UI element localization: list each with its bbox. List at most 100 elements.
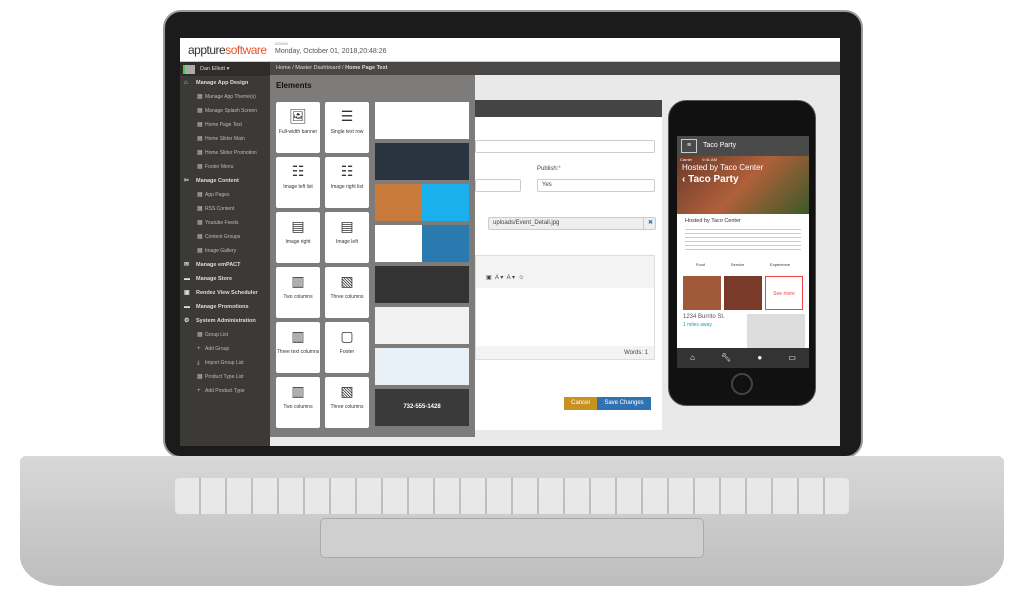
sidebar-item-label: Manage Promotions	[196, 304, 249, 310]
map[interactable]	[747, 314, 805, 348]
sidebar-item-label: Manage Store	[196, 276, 233, 282]
element-card[interactable]: ▥ Three text columns	[276, 322, 320, 373]
category-select[interactable]	[475, 179, 521, 192]
distance: 1 miles away	[683, 322, 712, 328]
sidebar-item-label: Product Type List	[205, 374, 244, 380]
grid-icon: ▦	[197, 108, 203, 114]
clear-file-icon[interactable]: ✖	[643, 217, 656, 230]
cancel-button[interactable]: Cancel	[564, 397, 597, 410]
template-thumbnail[interactable]	[375, 348, 469, 385]
photo-2[interactable]	[724, 276, 762, 310]
sidebar-item-import-group-list[interactable]: ⤓ Import Group List	[180, 356, 270, 370]
sidebar-item-manage-empact[interactable]: ✉ Manage emPACT	[180, 258, 270, 272]
grid-icon: ▦	[197, 206, 203, 212]
sidebar-item-manage-promotions[interactable]: ▬ Manage Promotions	[180, 300, 270, 314]
sidebar-item-group-list[interactable]: ▦ Group List	[180, 328, 270, 342]
cogs-icon: ⚙	[184, 318, 190, 324]
sidebar-item-content-groups[interactable]: ▦ Content Groups	[180, 230, 270, 244]
sidebar-item-manage-splash-screen[interactable]: ▦ Manage Splash Screen	[180, 104, 270, 118]
hosted-heading: Hosted by Taco Center	[682, 163, 764, 172]
template-thumbnail[interactable]	[375, 225, 469, 262]
element-icon: ☷	[340, 163, 354, 179]
element-card[interactable]: ☷ Image left list	[276, 157, 320, 208]
sidebar-item-manage-app-theme-s-[interactable]: ▦ Manage App Theme(s)	[180, 90, 270, 104]
template-thumbnail[interactable]	[375, 184, 469, 221]
plus-icon: +	[197, 388, 201, 394]
user-icon[interactable]: ●	[757, 348, 762, 368]
element-card[interactable]: ☰ Single text row	[325, 102, 369, 153]
photo-1[interactable]	[683, 276, 721, 310]
elements-panel: Elements 🖼︎ Full-width banner ☰ Single text…	[270, 75, 475, 437]
scissors-icon: ✂	[184, 178, 190, 184]
sidebar-item-manage-content[interactable]: ✂ Manage Content	[180, 174, 270, 188]
status-bar: Carrier 9:41 AM	[680, 157, 717, 162]
editor-body[interactable]	[476, 288, 654, 346]
element-card[interactable]: ▤ Image left	[325, 212, 369, 263]
template-thumbnail[interactable]	[375, 307, 469, 344]
file-input[interactable]: uploads/Event_Detail.jpg	[488, 217, 646, 230]
sidebar-item-system-administration[interactable]: ⚙ System Administration	[180, 314, 270, 328]
publish-select[interactable]: Yes	[537, 179, 655, 192]
title-input[interactable]	[475, 140, 655, 153]
element-label: Full-width banner	[278, 129, 318, 135]
save-changes-button[interactable]: Save Changes	[597, 397, 651, 410]
element-card[interactable]: ▥ Two columns	[276, 377, 320, 428]
sidebar-item-image-gallery[interactable]: ▦ Image Gallery	[180, 244, 270, 258]
sidebar-item-add-group[interactable]: + Add Group	[180, 342, 270, 356]
editor-toolbar[interactable]: ▣ A ▾ A ▾ ☺	[476, 256, 654, 281]
grid-icon: ▦	[197, 234, 203, 240]
element-label: Two columns	[283, 294, 313, 300]
element-card[interactable]: ☷ Image right list	[325, 157, 369, 208]
sidebar-item-manage-app-design[interactable]: ⌂ Manage App Design	[180, 76, 270, 90]
sidebar-item-label: System Administration	[196, 318, 256, 324]
sidebar-item-rss-content[interactable]: ▦ RSS Content	[180, 202, 270, 216]
see-more-button[interactable]: See more	[765, 276, 803, 310]
sidebar-item-app-pages[interactable]: ▦ App Pages	[180, 188, 270, 202]
wrench-icon[interactable]: 🔧︎	[721, 348, 731, 368]
sidebar-item-home-page-text[interactable]: ▦ Home Page Text	[180, 118, 270, 132]
breadcrumb: Home / Master Dashboard / Home Page Text	[270, 62, 840, 75]
element-icon: ☰	[340, 108, 354, 124]
element-icon: ☷	[291, 163, 305, 179]
sidebar-item-product-type-list[interactable]: ▦ Product Type List	[180, 370, 270, 384]
description	[685, 226, 801, 252]
element-card[interactable]: ▤ Image right	[276, 212, 320, 263]
template-thumbnail[interactable]	[375, 143, 469, 180]
sidebar-item-youtube-feeds[interactable]: ▦ Youtube Feeds	[180, 216, 270, 230]
grid-icon: ▦	[197, 332, 203, 338]
element-card[interactable]: 🖼︎ Full-width banner	[276, 102, 320, 153]
sidebar-item-add-product-type[interactable]: + Add Product Type	[180, 384, 270, 398]
crumb-dashboard[interactable]: Master Dashboard /	[295, 65, 343, 71]
home-button[interactable]	[731, 373, 753, 395]
element-card[interactable]: ▧ Three columns	[325, 267, 369, 318]
user-menu[interactable]: Dan Elliott ▾	[180, 62, 270, 76]
sidebar-item-manage-store[interactable]: ▬ Manage Store	[180, 272, 270, 286]
element-card[interactable]: ▧ Three columns	[325, 377, 369, 428]
element-card[interactable]: ▥ Two columns	[276, 267, 320, 318]
menu-icon[interactable]: ≡	[681, 139, 697, 153]
plus-icon: +	[197, 346, 201, 352]
sidebar-item-home-slider-main[interactable]: ▦ Home Slider Main	[180, 132, 270, 146]
home-icon[interactable]: ⌂	[690, 348, 695, 368]
element-label: Three columns	[330, 294, 364, 300]
element-label: Image left list	[283, 184, 313, 190]
hosted-text: Hosted by Taco Center	[685, 218, 741, 224]
phone-screen: ≡ Taco Party Carrier 9:41 AM Hosted by Ta…	[677, 136, 809, 368]
element-label: Three columns	[330, 404, 364, 410]
crumb-home[interactable]: Home /	[276, 65, 294, 71]
template-thumbnail[interactable]	[375, 102, 469, 139]
element-card[interactable]: ▢ Footer	[325, 322, 369, 373]
element-label: Footer	[339, 349, 355, 355]
element-label: Three text columns	[276, 349, 320, 355]
form-header	[475, 100, 662, 117]
element-icon: ▧	[340, 273, 354, 289]
template-thumbnail[interactable]: 732-555-1428	[375, 389, 469, 426]
sidebar-item-rendez-view-scheduler[interactable]: ▣ Rendez View Scheduler	[180, 286, 270, 300]
monitor-icon[interactable]: ▭	[788, 348, 796, 368]
sidebar-item-footer-menu[interactable]: ▦ Footer Menu	[180, 160, 270, 174]
rich-text-editor[interactable]: ▣ A ▾ A ▾ ☺ Words: 1	[475, 255, 655, 360]
ratings: Food Service Experience	[695, 262, 791, 267]
template-thumbnail[interactable]	[375, 266, 469, 303]
sidebar-item-label: Manage Splash Screen	[205, 108, 257, 114]
sidebar-item-home-slider-promotion[interactable]: ▦ Home Slider Promotion	[180, 146, 270, 160]
